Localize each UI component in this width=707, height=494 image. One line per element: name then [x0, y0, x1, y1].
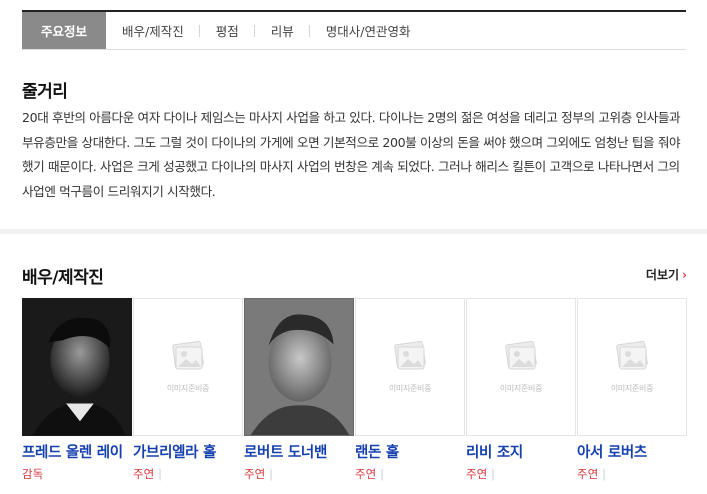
cast-role: 주연 | — [244, 466, 354, 482]
more-label: 더보기 — [645, 268, 680, 282]
cast-role-label: 주연 — [133, 467, 155, 481]
tab-label: 명대사/연관영화 — [325, 24, 411, 39]
cast-name[interactable]: 리비 조지 — [466, 441, 576, 462]
image-placeholder-icon — [394, 340, 426, 369]
cast-name[interactable]: 가브리엘라 홀 — [133, 441, 243, 462]
cast-role: 주연 | — [355, 466, 465, 482]
role-separator: | — [269, 467, 274, 481]
tab-rating[interactable]: 평점 — [200, 12, 255, 49]
section-divider — [0, 229, 707, 234]
synopsis-text: 20대 후반의 아름다운 여자 다이나 제임스는 마사지 사업을 하고 있다. … — [22, 110, 681, 199]
tab-label: 주요정보 — [40, 24, 87, 39]
synopsis-title: 줄거리 — [22, 82, 68, 102]
chevron-right-icon: › — [682, 268, 687, 282]
role-separator: | — [602, 467, 607, 481]
cast-item[interactable]: 이미지준비중 가브리엘라 홀 주연 | — [133, 298, 243, 482]
cast-item[interactable]: 프레드 올렌 레이 감독 — [22, 298, 132, 482]
cast-photo[interactable]: 이미지준비중 — [577, 298, 687, 436]
cast-item[interactable]: 로버트 도너밴 주연 | — [244, 298, 354, 482]
tab-label: 리뷰 — [270, 24, 294, 39]
cast-photo[interactable] — [244, 298, 354, 436]
placeholder-text: 이미지준비중 — [499, 383, 543, 393]
role-separator: | — [380, 467, 385, 481]
cast-item[interactable]: 이미지준비중 리비 조지 주연 | — [466, 298, 576, 482]
tab-bar: 주요정보 배우/제작진 평점 리뷰 명대사/연관영화 — [22, 10, 686, 50]
cast-item[interactable]: 이미지준비중 랜돈 홀 주연 | — [355, 298, 465, 482]
tab-cast-crew[interactable]: 배우/제작진 — [106, 12, 200, 49]
cast-photo[interactable]: 이미지준비중 — [133, 298, 243, 436]
tab-quotes-related[interactable]: 명대사/연관영화 — [310, 12, 427, 49]
placeholder-text: 이미지준비중 — [166, 383, 210, 393]
image-placeholder-icon — [505, 340, 537, 369]
image-placeholder-icon — [172, 340, 204, 369]
role-separator: | — [491, 467, 496, 481]
tab-review[interactable]: 리뷰 — [255, 12, 310, 49]
tab-label: 배우/제작진 — [122, 24, 184, 39]
cast-item[interactable]: 이미지준비중 아서 로버츠 주연 | — [577, 298, 687, 482]
cast-role-label: 주연 — [355, 467, 377, 481]
role-separator: | — [158, 467, 163, 481]
tab-main-info[interactable]: 주요정보 — [22, 12, 106, 49]
cast-role: 감독 — [22, 466, 132, 482]
cast-photo[interactable] — [22, 298, 132, 436]
cast-role-label: 주연 — [466, 467, 488, 481]
placeholder-text: 이미지준비중 — [610, 383, 654, 393]
cast-name[interactable]: 프레드 올렌 레이 — [22, 441, 132, 462]
cast-photo[interactable]: 이미지준비중 — [466, 298, 576, 436]
cast-name[interactable]: 로버트 도너밴 — [244, 441, 354, 462]
cast-name[interactable]: 아서 로버츠 — [577, 441, 687, 462]
cast-list: 프레드 올렌 레이 감독 이미지준비중 가브리엘라 홀 주연 | 로버트 도너밴… — [22, 298, 688, 482]
cast-name[interactable]: 랜돈 홀 — [355, 441, 465, 462]
cast-role-label: 주연 — [244, 467, 266, 481]
tab-label: 평점 — [215, 24, 239, 39]
portrait-photo — [245, 299, 353, 435]
cast-photo[interactable]: 이미지준비중 — [355, 298, 465, 436]
portrait-photo — [23, 299, 131, 435]
image-placeholder-icon — [616, 340, 648, 369]
cast-role: 주연 | — [577, 466, 687, 482]
placeholder-text: 이미지준비중 — [388, 383, 432, 393]
cast-role: 주연 | — [466, 466, 576, 482]
cast-role-label: 주연 — [577, 467, 599, 481]
more-button[interactable]: 더보기 › — [646, 266, 687, 283]
cast-role-label: 감독 — [22, 467, 44, 481]
cast-section-title: 배우/제작진 — [22, 268, 104, 288]
cast-role: 주연 | — [133, 466, 243, 482]
